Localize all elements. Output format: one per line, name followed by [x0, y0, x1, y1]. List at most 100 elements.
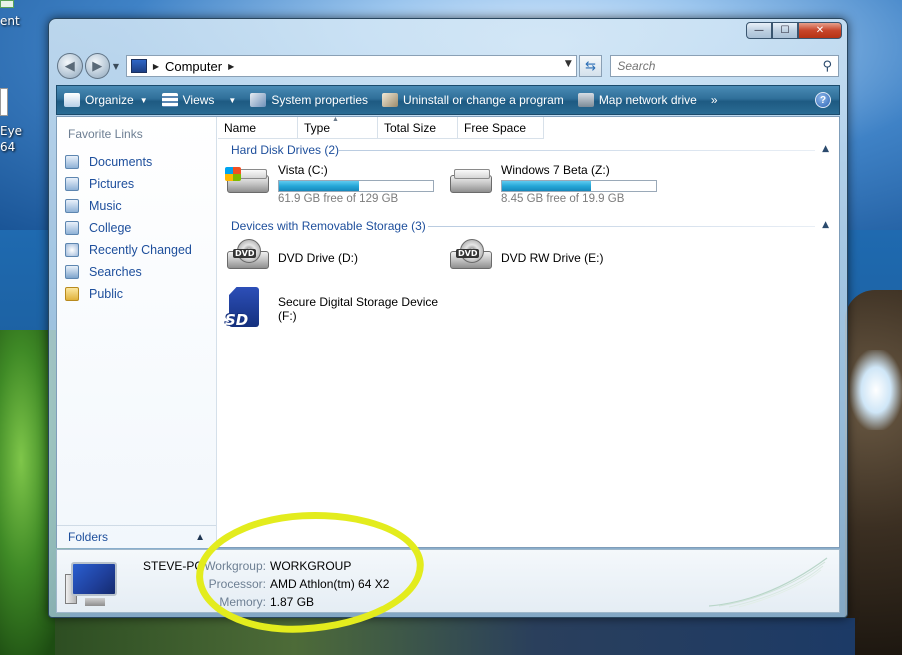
column-header-total-size[interactable]: Total Size [378, 117, 458, 139]
documents-icon [65, 155, 79, 169]
breadcrumb-arrow-icon[interactable]: ▶ [228, 62, 234, 71]
more-commands-icon: » [710, 93, 718, 107]
sidebar-item-college[interactable]: College [65, 217, 192, 239]
sidebar-item-documents[interactable]: Documents [65, 151, 192, 173]
minimize-icon: — [754, 25, 764, 36]
sidebar-item-music[interactable]: Music [65, 195, 192, 217]
sidebar-item-recently-changed[interactable]: Recently Changed [65, 239, 192, 261]
sidebar-item-label: Music [89, 199, 122, 213]
music-icon [65, 199, 79, 213]
hard-drive-icon [448, 163, 494, 197]
decorative-swoosh [709, 557, 828, 608]
uninstall-program-button[interactable]: Uninstall or change a program [375, 86, 571, 114]
address-dropdown-icon[interactable]: ▼ [565, 59, 572, 69]
close-icon: ✕ [815, 25, 825, 36]
breadcrumb-arrow-icon[interactable]: ▶ [153, 62, 159, 71]
group-header-removable[interactable]: Devices with Removable Storage (3) [231, 217, 426, 235]
desktop-surf [850, 350, 902, 430]
close-button[interactable]: ✕ [798, 22, 842, 39]
organize-button[interactable]: Organize ▼ [57, 86, 155, 114]
desktop-document-icon[interactable] [0, 88, 8, 116]
help-icon: ? [819, 94, 827, 106]
chevron-down-icon: ▼ [112, 61, 120, 71]
column-header-name[interactable]: Name [218, 117, 298, 139]
sd-card-icon: SD [225, 287, 271, 331]
command-toolbar: Organize ▼ Views ▼ System properties Uni… [56, 85, 840, 115]
group-header-hard-disks[interactable]: Hard Disk Drives (2) [231, 141, 339, 159]
group-header-label: Hard Disk Drives (2) [231, 143, 340, 157]
drive-name-line2: (F:) [278, 309, 297, 323]
forward-arrow-icon: ▶ [92, 58, 103, 74]
group-header-label: Devices with Removable Storage (3) [231, 219, 426, 233]
college-folder-icon [65, 221, 79, 235]
sidebar-item-public[interactable]: Public [65, 283, 192, 305]
desktop-item-label-3[interactable]: 64 [0, 140, 15, 154]
search-input[interactable] [617, 59, 808, 73]
column-header-type[interactable]: ▲ Type [298, 116, 378, 139]
explorer-window: — ☐ ✕ ◀ ▶ ▼ ▶ Computer ▶ ▼ ⇆ ⚲ Organize … [48, 18, 848, 618]
search-icon[interactable]: ⚲ [822, 59, 832, 74]
collapse-group-icon[interactable]: ▲ [822, 220, 829, 230]
drive-name: Windows 7 Beta (Z:) [501, 163, 610, 177]
desktop-item-label-2[interactable]: Eye [0, 124, 22, 138]
organize-label: Organize [85, 93, 134, 107]
chevron-up-icon: ▲ [195, 531, 205, 543]
drive-dvdrw-e[interactable]: DVD DVD RW Drive (E:) [448, 239, 603, 273]
computer-icon [65, 562, 123, 608]
desktop-item-label[interactable]: ent [0, 14, 20, 28]
desktop-ground [55, 618, 855, 655]
sidebar-item-searches[interactable]: Searches [65, 261, 192, 283]
system-properties-icon [250, 93, 267, 107]
maximize-icon: ☐ [780, 25, 790, 36]
chevron-down-icon: ▼ [228, 95, 237, 105]
refresh-button[interactable]: ⇆ [578, 55, 603, 77]
sidebar-item-label: Recently Changed [89, 243, 192, 257]
drive-sd-f[interactable]: SD Secure Digital Storage Device (F:) [225, 287, 438, 331]
recent-pages-dropdown[interactable]: ▼ [110, 60, 122, 72]
public-folder-icon [65, 287, 79, 301]
favorite-links-list: Documents Pictures Music College Recentl… [65, 151, 192, 305]
drive-usage-bar [278, 180, 434, 192]
minimize-button[interactable]: — [746, 22, 772, 39]
breadcrumb-computer[interactable]: Computer [165, 59, 222, 74]
back-arrow-icon: ◀ [64, 58, 75, 74]
views-label: Views [182, 93, 215, 107]
folders-toggle[interactable]: Folders ▲ [57, 525, 216, 548]
computer-icon [130, 59, 147, 73]
desktop-item-icon[interactable] [0, 0, 14, 8]
drive-windows7-z[interactable]: Windows 7 Beta (Z:) 8.45 GB free of 19.9… [448, 163, 657, 205]
drive-vista-c[interactable]: Vista (C:) 61.9 GB free of 129 GB [225, 163, 434, 205]
file-list-pane: Name ▲ Type Total Size Free Space Hard Di… [218, 116, 839, 547]
favorite-links-title: Favorite Links [68, 127, 143, 141]
back-button[interactable]: ◀ [57, 53, 83, 79]
column-header-free-space[interactable]: Free Space [458, 117, 544, 139]
drive-dvd-d[interactable]: DVD DVD Drive (D:) [225, 239, 358, 273]
map-network-drive-button[interactable]: Map network drive [571, 86, 704, 114]
maximize-button[interactable]: ☐ [772, 22, 798, 39]
drive-usage-fill [279, 181, 360, 191]
sidebar-item-label: Searches [89, 265, 142, 279]
desktop-rocks [845, 290, 902, 655]
sidebar-item-label: Pictures [89, 177, 135, 191]
help-button[interactable]: ? [815, 92, 831, 108]
search-box[interactable]: ⚲ [610, 55, 840, 77]
organize-icon [64, 93, 80, 107]
column-headers: Name ▲ Type Total Size Free Space [218, 116, 544, 139]
details-pane: STEVE-PC Workgroup: WORKGROUP Processor:… [56, 549, 840, 613]
more-commands-button[interactable]: » [704, 86, 725, 114]
dvd-label: DVD [456, 249, 480, 258]
collapse-group-icon[interactable]: ▲ [822, 144, 829, 154]
forward-button[interactable]: ▶ [84, 53, 111, 79]
drive-name: Vista (C:) [278, 163, 328, 177]
recently-changed-icon [65, 243, 79, 257]
column-header-label: Type [304, 120, 331, 135]
drive-usage-fill [502, 181, 592, 191]
address-bar[interactable]: ▶ Computer ▶ ▼ [125, 55, 577, 77]
system-properties-button[interactable]: System properties [243, 86, 375, 114]
sidebar-item-pictures[interactable]: Pictures [65, 173, 192, 195]
drive-name: DVD RW Drive (E:) [501, 251, 604, 265]
views-button[interactable]: Views ▼ [155, 86, 244, 114]
searches-icon [65, 265, 79, 279]
hard-drive-icon [225, 163, 271, 197]
uninstall-label: Uninstall or change a program [403, 93, 564, 107]
